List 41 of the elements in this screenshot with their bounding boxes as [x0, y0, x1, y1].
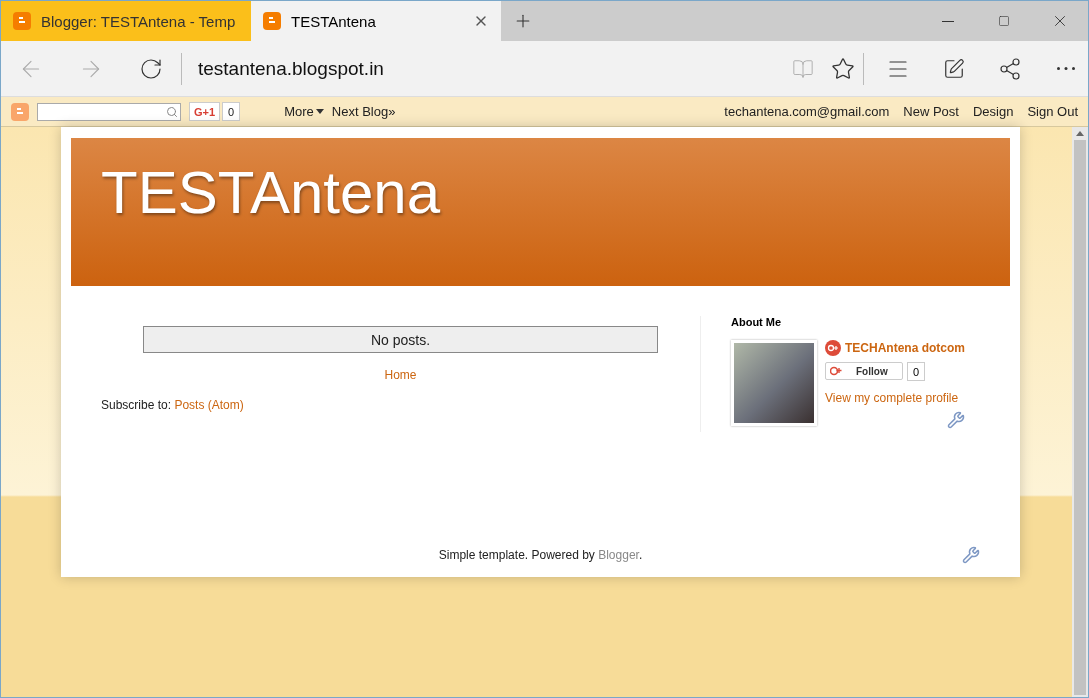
edit-tools-icon[interactable]	[947, 411, 965, 429]
blogger-logo-icon[interactable]	[11, 102, 29, 121]
home-link[interactable]: Home	[384, 368, 417, 382]
no-posts-message: No posts.	[143, 326, 658, 353]
scrollbar[interactable]	[1072, 127, 1088, 697]
blogger-logo-icon	[263, 12, 281, 30]
google-plus-icon	[830, 366, 842, 376]
scroll-up-icon[interactable]	[1076, 131, 1084, 136]
plus-count: 0	[222, 102, 241, 121]
book-icon	[792, 57, 814, 80]
browser-tab[interactable]: TESTAntena	[251, 1, 501, 41]
refresh-icon	[139, 56, 163, 81]
profile-name-link[interactable]: TECHAntena dotcom	[845, 341, 965, 355]
view-profile-link[interactable]: View my complete profile	[825, 391, 965, 405]
search-field[interactable]	[37, 102, 181, 121]
more-menu[interactable]: More	[284, 104, 324, 119]
posts-atom-link[interactable]: Posts (Atom)	[174, 398, 244, 412]
caret-icon	[315, 109, 324, 114]
follow-button[interactable]: Follow	[825, 362, 903, 380]
edit-tools-icon[interactable]	[962, 546, 980, 564]
next-blog-link[interactable]: Next Blog»	[331, 104, 396, 119]
navbar-link[interactable]: techantena.com@gmail.com	[724, 104, 890, 119]
google-plus-icon	[825, 340, 841, 356]
navbar-link[interactable]: New Post	[903, 104, 959, 119]
blogger-logo-icon	[13, 12, 31, 30]
blogger-link[interactable]: Blogger	[598, 548, 639, 562]
search-icon	[166, 105, 178, 118]
share-icon	[998, 56, 1022, 81]
follower-count: 0	[907, 362, 926, 381]
minimize-icon	[942, 20, 954, 22]
dots-icon	[1057, 67, 1075, 70]
browser-tab[interactable]: Blogger: TESTAntena - Temp	[1, 1, 251, 41]
star-icon	[831, 56, 855, 81]
maximize-icon	[998, 15, 1010, 27]
footer-text: Simple template. Powered by Blogger.	[438, 548, 643, 562]
navbar-link[interactable]: Design	[972, 104, 1014, 119]
google-plus-button[interactable]: G+1	[189, 102, 221, 121]
navbar-link[interactable]: Sign Out	[1027, 104, 1078, 119]
subscribe-text: Subscribe to: Posts (Atom)	[101, 398, 244, 412]
pen-icon	[943, 57, 965, 80]
about-me-heading: About Me	[731, 316, 783, 328]
